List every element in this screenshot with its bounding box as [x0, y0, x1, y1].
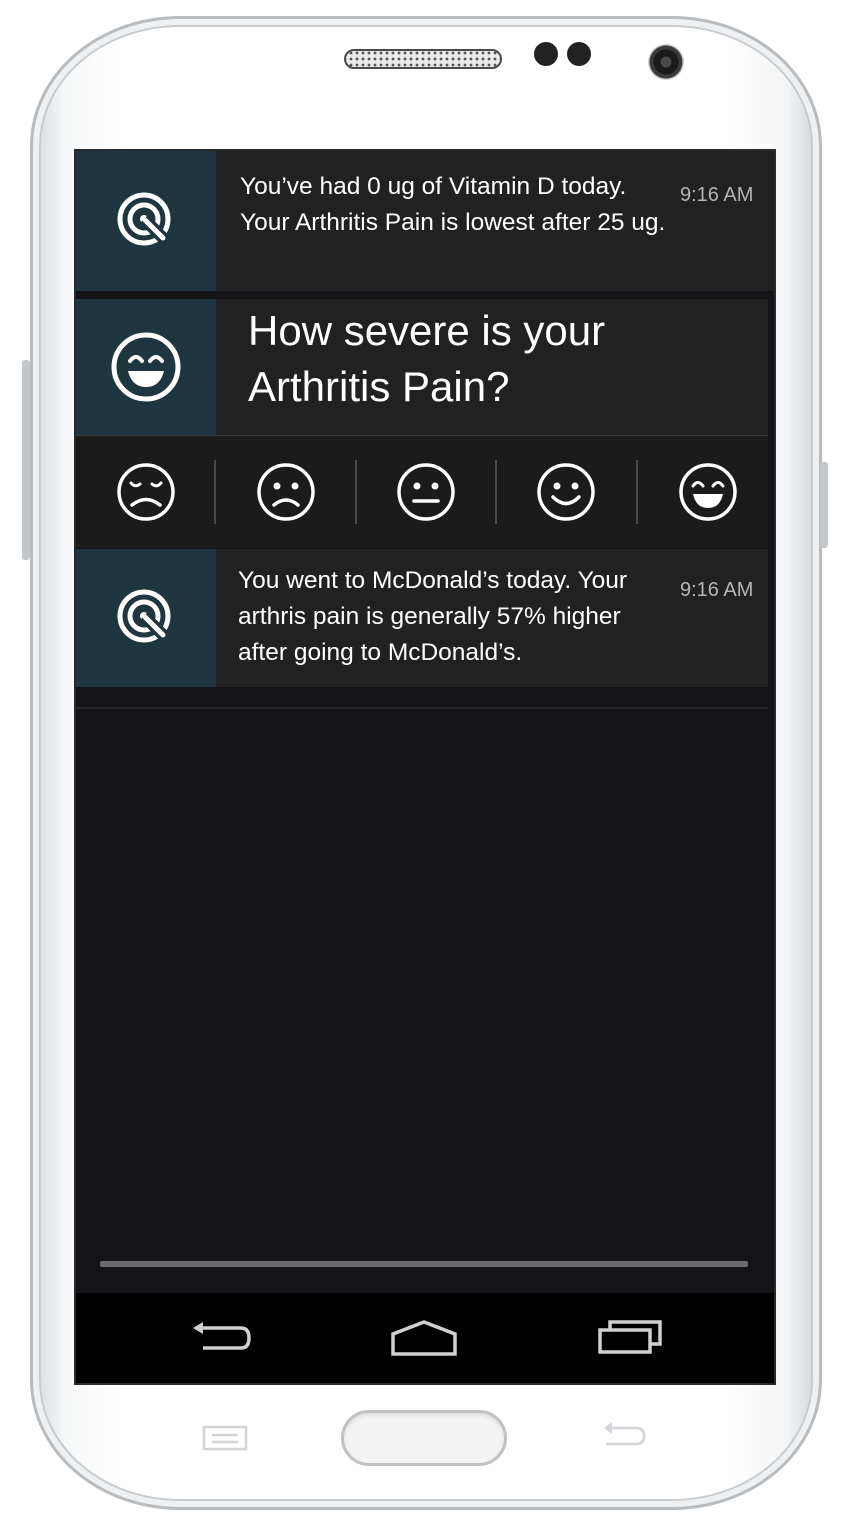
power-button	[820, 462, 828, 548]
shade-separator	[76, 707, 768, 709]
nav-home-button[interactable]	[379, 1311, 469, 1365]
rating-option-1[interactable]	[106, 452, 186, 532]
laughing-face-icon	[111, 332, 181, 402]
notification-icon-box	[76, 549, 216, 687]
neutral-face-icon	[397, 463, 455, 521]
rating-option-4[interactable]	[526, 452, 606, 532]
proximity-sensor	[534, 42, 558, 66]
rating-option-3[interactable]	[386, 452, 466, 532]
smiling-face-icon	[537, 463, 595, 521]
notification-shade: You’ve had 0 ug of Vitamin D today. Your…	[76, 151, 774, 1293]
rating-divider	[355, 460, 357, 524]
laughing-face-icon	[679, 463, 737, 521]
home-icon	[391, 1320, 457, 1356]
shade-drag-handle[interactable]	[100, 1261, 748, 1267]
very-sad-face-icon	[117, 463, 175, 521]
rating-divider	[495, 460, 497, 524]
question-icon-box	[76, 299, 216, 435]
back-key-icon[interactable]	[600, 1420, 648, 1452]
notification-text: You went to McDonald’s today. Your arthr…	[238, 567, 628, 666]
light-sensor	[567, 42, 591, 66]
rating-divider	[636, 460, 638, 524]
rating-option-5[interactable]	[668, 452, 748, 532]
target-cursor-icon	[117, 589, 171, 643]
home-key[interactable]	[341, 1410, 507, 1466]
nav-back-button[interactable]	[176, 1311, 266, 1365]
rating-divider	[214, 460, 216, 524]
earpiece-speaker	[344, 49, 502, 69]
notification-icon-box	[76, 151, 216, 291]
recent-apps-icon	[598, 1320, 662, 1354]
navigation-bar	[76, 1293, 774, 1383]
back-icon	[193, 1322, 251, 1350]
question-card: How severe is your Arthritis Pain?	[76, 299, 768, 435]
front-camera	[648, 44, 684, 80]
sad-face-icon	[257, 463, 315, 521]
volume-button	[22, 360, 30, 560]
phone-screen: You’ve had 0 ug of Vitamin D today. Your…	[74, 149, 776, 1385]
nav-recent-apps-button[interactable]	[586, 1311, 676, 1365]
notification-mcdonalds[interactable]: You went to McDonald’s today. Your arthr…	[76, 549, 768, 687]
notification-time: 9:16 AM	[680, 184, 754, 206]
notification-time: 9:16 AM	[680, 579, 754, 601]
target-cursor-icon	[117, 192, 171, 246]
notification-vitamin-d[interactable]: You’ve had 0 ug of Vitamin D today. Your…	[76, 151, 774, 291]
menu-key-icon[interactable]	[202, 1425, 248, 1451]
notification-text: You’ve had 0 ug of Vitamin D today. Your…	[240, 173, 666, 236]
question-text: How severe is your Arthritis Pain?	[248, 307, 606, 410]
pain-rating-row	[76, 435, 768, 548]
rating-option-2[interactable]	[246, 452, 326, 532]
